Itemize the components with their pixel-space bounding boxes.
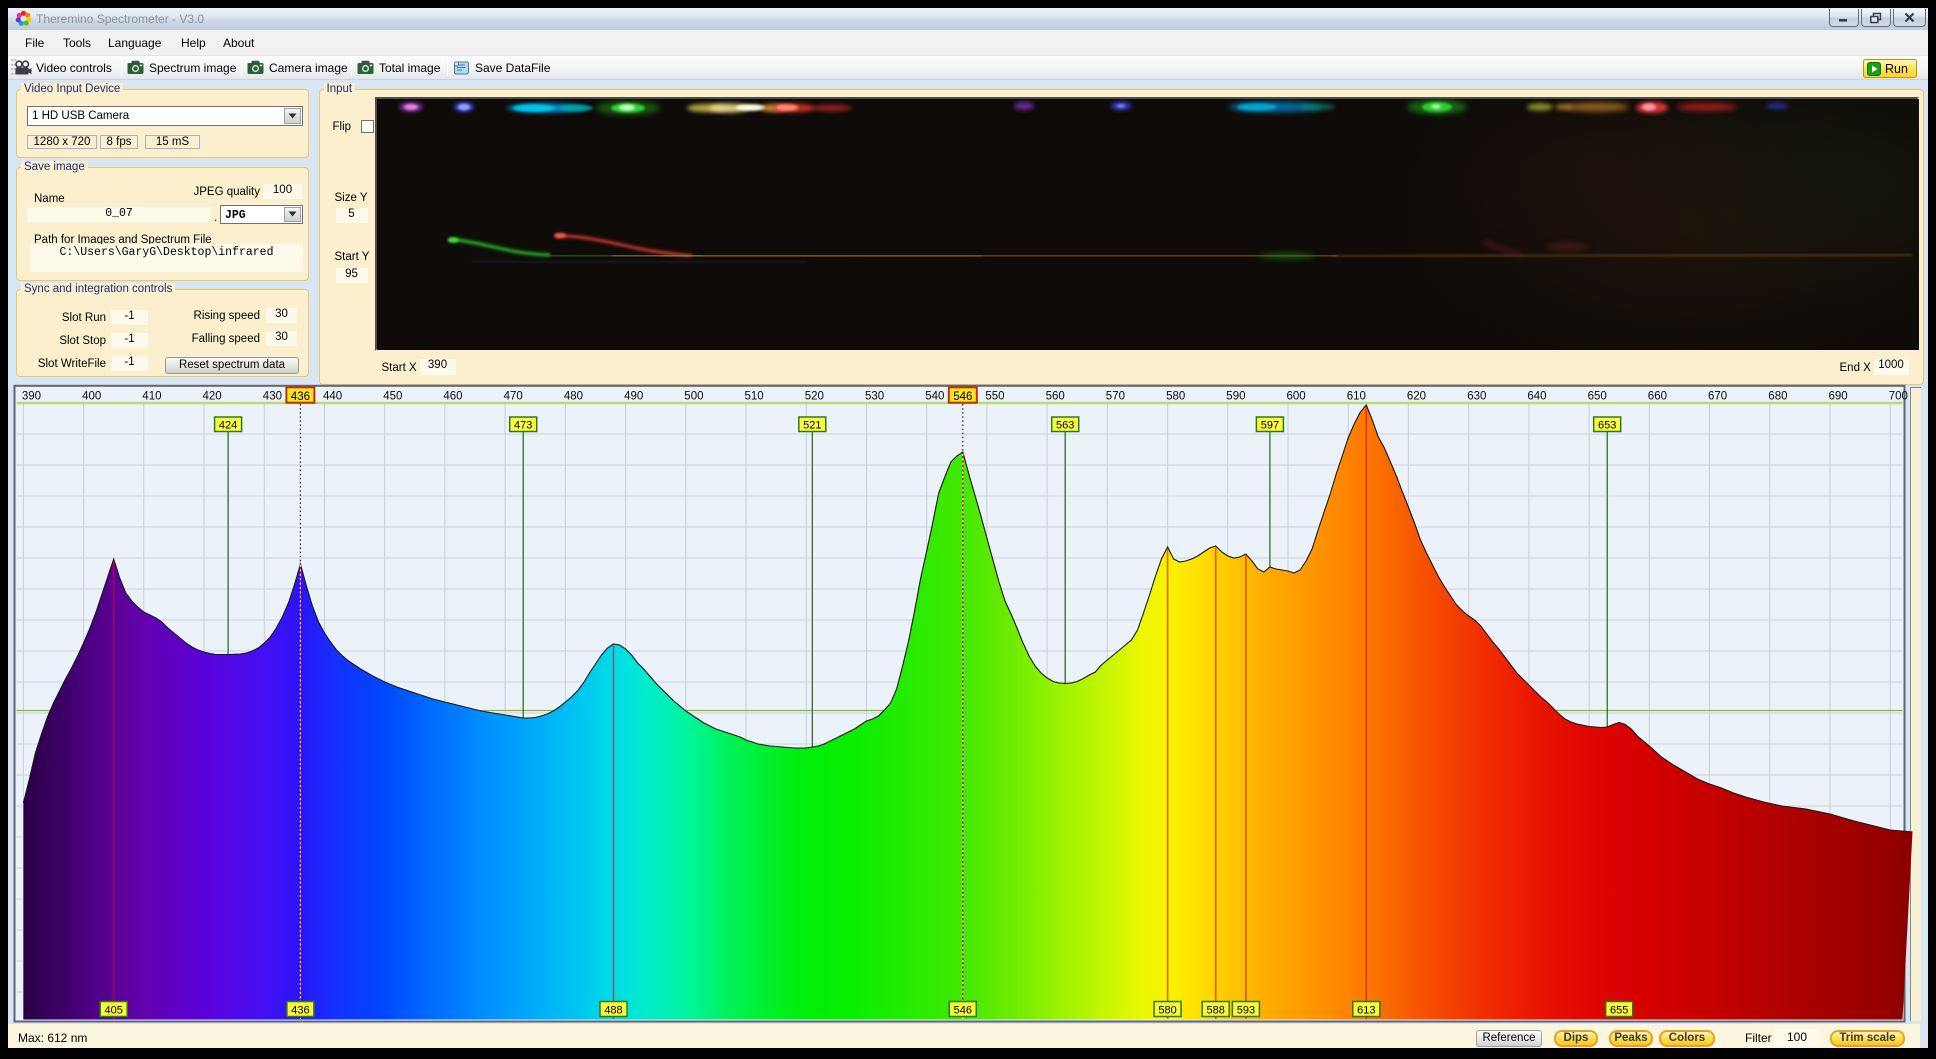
svg-text:620: 620: [1407, 391, 1426, 403]
svg-text:563: 563: [1056, 420, 1074, 432]
svg-text:580: 580: [1166, 391, 1185, 403]
svg-text:690: 690: [1829, 391, 1848, 403]
svg-text:640: 640: [1527, 391, 1546, 403]
svg-text:550: 550: [985, 391, 1004, 403]
svg-text:540: 540: [925, 391, 944, 403]
svg-text:424: 424: [219, 420, 237, 432]
svg-text:660: 660: [1648, 391, 1667, 403]
svg-text:650: 650: [1588, 391, 1607, 403]
svg-text:520: 520: [805, 391, 824, 403]
svg-text:450: 450: [383, 391, 402, 403]
svg-text:600: 600: [1287, 391, 1306, 403]
svg-text:593: 593: [1237, 1005, 1255, 1017]
svg-text:610: 610: [1347, 391, 1366, 403]
svg-text:420: 420: [203, 391, 222, 403]
svg-text:460: 460: [443, 391, 462, 403]
svg-text:670: 670: [1708, 391, 1727, 403]
svg-text:470: 470: [504, 391, 523, 403]
svg-text:653: 653: [1598, 420, 1616, 432]
svg-text:521: 521: [803, 420, 821, 432]
svg-text:655: 655: [1610, 1005, 1628, 1017]
svg-text:580: 580: [1158, 1005, 1176, 1017]
svg-text:590: 590: [1226, 391, 1245, 403]
svg-text:680: 680: [1768, 391, 1787, 403]
svg-text:405: 405: [105, 1005, 123, 1017]
svg-text:510: 510: [745, 391, 764, 403]
svg-text:630: 630: [1467, 391, 1486, 403]
svg-text:390: 390: [22, 391, 41, 403]
svg-text:480: 480: [564, 391, 583, 403]
svg-text:500: 500: [684, 391, 703, 403]
svg-text:430: 430: [263, 391, 282, 403]
svg-text:490: 490: [624, 391, 643, 403]
svg-text:400: 400: [82, 391, 101, 403]
svg-text:530: 530: [865, 391, 884, 403]
svg-text:410: 410: [142, 391, 161, 403]
svg-text:488: 488: [604, 1005, 622, 1017]
svg-text:560: 560: [1046, 391, 1065, 403]
svg-text:436: 436: [291, 391, 310, 403]
svg-text:597: 597: [1261, 420, 1279, 432]
svg-text:440: 440: [323, 391, 342, 403]
svg-text:473: 473: [514, 420, 532, 432]
svg-text:613: 613: [1357, 1005, 1375, 1017]
svg-text:588: 588: [1207, 1005, 1225, 1017]
svg-text:546: 546: [954, 1005, 972, 1017]
svg-text:570: 570: [1106, 391, 1125, 403]
svg-text:436: 436: [291, 1005, 309, 1017]
svg-text:700: 700: [1889, 391, 1908, 403]
svg-text:546: 546: [953, 391, 972, 403]
